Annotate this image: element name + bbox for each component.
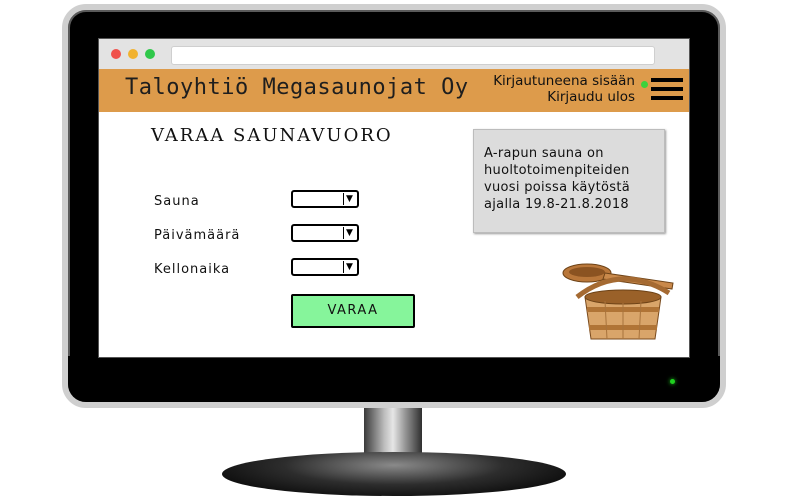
date-select[interactable]: ▼ [291,224,359,242]
hamburger-menu-icon[interactable] [651,74,683,104]
online-status-icon [641,81,648,88]
sauna-bucket-image [562,263,674,340]
login-status-text: Kirjautuneena sisään [493,73,635,89]
sauna-label: Sauna [154,194,200,209]
page-title: Varaa saunavuoro [151,125,393,146]
address-bar[interactable] [171,46,655,65]
chevron-down-icon: ▼ [343,193,355,205]
power-led-icon [670,379,675,384]
browser-toolbar [99,39,689,69]
time-select[interactable]: ▼ [291,258,359,276]
site-header: Taloyhtiö Megasaunojat Oy Kirjautuneena … [99,69,689,112]
window-close-icon[interactable] [111,49,121,59]
monitor-stand-base [222,452,566,496]
chevron-down-icon: ▼ [343,261,355,273]
login-area: Kirjautuneena sisään Kirjaudu ulos [493,73,635,105]
chevron-down-icon: ▼ [343,227,355,239]
date-label: Päivämäärä [154,228,241,243]
reserve-button[interactable]: VARAA [291,294,415,328]
monitor-bezel-bottom [68,356,720,402]
logout-link[interactable]: Kirjaudu ulos [493,89,635,105]
site-title: Taloyhtiö Megasaunojat Oy [125,75,469,100]
time-label: Kellonaika [154,262,231,277]
sauna-select[interactable]: ▼ [291,190,359,208]
notice-box: A-rapun sauna on huoltotoimenpiteiden vu… [473,129,665,233]
window-maximize-icon[interactable] [145,49,155,59]
browser-window: Taloyhtiö Megasaunojat Oy Kirjautuneena … [98,38,690,358]
window-minimize-icon[interactable] [128,49,138,59]
